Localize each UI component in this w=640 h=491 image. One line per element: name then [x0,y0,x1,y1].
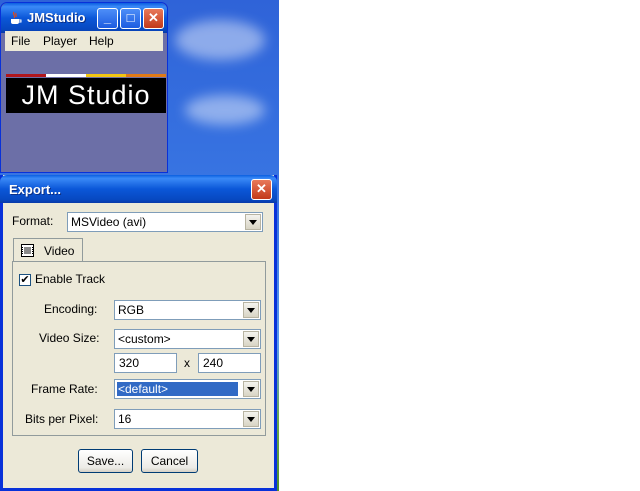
minimize-button[interactable]: _ [97,8,118,29]
export-dialog: Export... ✕ Format: MSVideo (avi) Video … [0,175,277,491]
save-button[interactable]: Save... [78,449,133,473]
jm-studio-logo: JM Studio [6,78,166,113]
video-size-select[interactable]: <custom> [114,329,261,349]
export-titlebar[interactable]: Export... ✕ [0,175,277,203]
film-icon [21,244,34,257]
maximize-button[interactable]: □ [120,8,141,29]
enable-track-label: Enable Track [35,272,106,286]
bits-per-pixel-select[interactable]: 16 [114,409,261,429]
bits-per-pixel-select-value: 16 [118,412,132,426]
tab-video[interactable]: Video [13,238,83,262]
export-close-button[interactable]: ✕ [251,179,272,200]
bits-per-pixel-label: Bits per Pixel: [25,412,99,426]
banner-stripe-yellow [86,74,126,77]
video-panel: ✔ Enable Track Encoding: RGB Video Size:… [12,261,266,436]
jmstudio-title: JMStudio [27,10,86,25]
banner-stripe-white [46,74,86,77]
video-height-input[interactable]: 240 [198,353,261,373]
tab-video-label: Video [44,244,75,258]
encoding-select[interactable]: RGB [114,300,261,320]
chevron-down-icon[interactable] [243,302,259,318]
cloud [175,20,265,60]
video-size-select-value: <custom> [118,332,171,346]
menu-player[interactable]: Player [43,34,77,48]
cancel-button[interactable]: Cancel [141,449,198,473]
menu-help[interactable]: Help [89,34,114,48]
frame-rate-select-value: <default> [116,381,239,397]
close-button[interactable]: ✕ [143,8,164,29]
jmstudio-titlebar[interactable]: JMStudio _ □ ✕ [1,3,167,33]
menu-bar: File Player Help [5,31,163,51]
export-title: Export... [9,182,62,197]
banner-stripe-orange [126,74,166,77]
format-label: Format: [12,214,54,228]
frame-rate-label: Frame Rate: [31,382,98,396]
jmstudio-window: JMStudio _ □ ✕ File Player Help JM Studi… [0,2,168,173]
java-app-icon [8,11,22,25]
video-width-input[interactable]: 320 [114,353,177,373]
menu-file[interactable]: File [11,34,30,48]
chevron-down-icon[interactable] [243,331,259,347]
format-select-value: MSVideo (avi) [71,215,147,229]
cloud [185,95,265,125]
enable-track-checkbox[interactable]: ✔ [19,274,31,286]
encoding-select-value: RGB [118,303,145,317]
format-select[interactable]: MSVideo (avi) [67,212,263,232]
encoding-label: Encoding: [44,302,98,316]
banner-stripe-red [6,74,46,77]
chevron-down-icon[interactable] [245,214,261,230]
chevron-down-icon[interactable] [243,411,259,427]
size-separator-label: x [184,356,190,370]
chevron-down-icon[interactable] [243,381,259,397]
frame-rate-select[interactable]: <default> [114,379,261,399]
video-size-label: Video Size: [39,331,100,345]
